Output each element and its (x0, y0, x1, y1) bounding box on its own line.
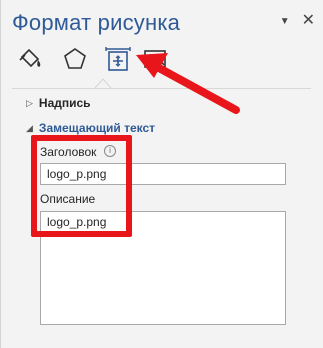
annotation-arrow (136, 53, 240, 114)
